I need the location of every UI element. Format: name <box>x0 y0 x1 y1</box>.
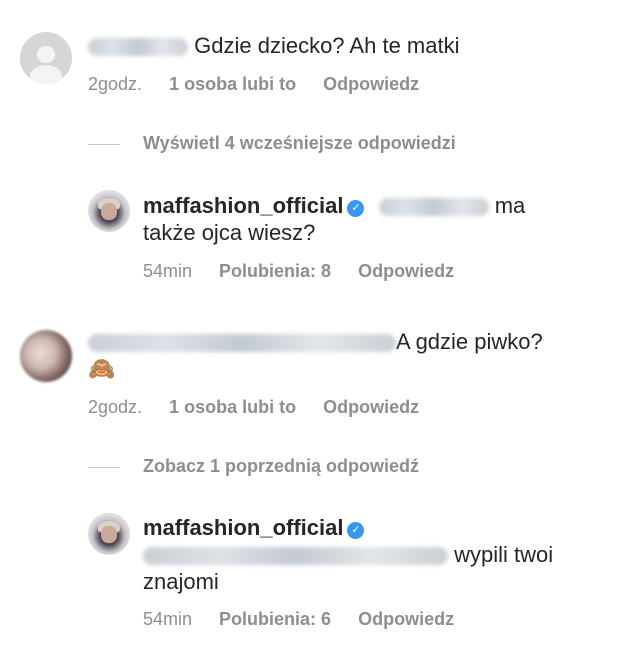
username-link[interactable]: maffashion_official <box>143 193 343 218</box>
see-no-evil-monkey-icon: 🙈 <box>88 356 116 381</box>
comment-likes-link[interactable]: 1 osoba lubi to <box>169 397 296 418</box>
blurred-avatar[interactable] <box>20 330 72 382</box>
reply-button[interactable]: Odpowiedz <box>358 609 454 630</box>
comment-text-row: Gdzie dziecko? Ah te matki <box>88 32 459 59</box>
reply-time: 54min <box>143 261 193 281</box>
reply-likes-link[interactable]: Polubienia: 6 <box>219 609 331 630</box>
comment-time: 2godz. <box>88 397 143 417</box>
blurred-username[interactable] <box>88 38 188 57</box>
reply-button[interactable]: Odpowiedz <box>323 397 419 418</box>
blurred-mention[interactable] <box>143 547 448 566</box>
reply-text: maffashion_official ✓ ma także ojca wiesz… <box>143 192 603 246</box>
avatar-body-shape <box>29 65 63 84</box>
reply-text-end: ma <box>494 193 526 218</box>
reply-text-end: wypili twoi <box>454 542 554 567</box>
maffashion-avatar[interactable] <box>88 190 130 232</box>
reply-text-line2: także ojca wiesz? <box>143 220 316 245</box>
view-replies-button[interactable]: Zobacz 1 poprzednią odpowiedź <box>88 456 419 477</box>
reply-time: 54min <box>143 609 193 629</box>
reply-text: maffashion_official ✓ wypili twoi znajomi <box>143 514 603 595</box>
comment-text: A gdzie piwko? <box>396 329 543 354</box>
comment-time: 2godz. <box>88 74 143 94</box>
verified-badge-icon: ✓ <box>347 522 365 539</box>
avatar-head-shape <box>37 45 55 64</box>
view-replies-label: Wyświetl 4 wcześniejsze odpowiedzi <box>143 133 456 153</box>
verified-badge-icon: ✓ <box>347 200 365 217</box>
username-link[interactable]: maffashion_official <box>143 515 343 540</box>
reply-meta: 54min Polubienia: 6 Odpowiedz <box>143 609 476 630</box>
avatar-face-shape <box>101 203 117 220</box>
reply-likes-link[interactable]: Polubienia: 8 <box>219 261 331 282</box>
reply-meta: 54min Polubienia: 8 Odpowiedz <box>143 261 476 282</box>
reply-button[interactable]: Odpowiedz <box>358 261 454 282</box>
maffashion-avatar[interactable] <box>88 513 130 555</box>
divider-line <box>88 466 120 468</box>
default-avatar[interactable] <box>20 32 72 84</box>
reply-button[interactable]: Odpowiedz <box>323 74 419 95</box>
comment-text: Gdzie dziecko? Ah te matki <box>194 33 460 58</box>
avatar-face-shape <box>101 526 117 543</box>
blurred-username[interactable] <box>88 334 396 353</box>
blurred-mention[interactable] <box>378 198 489 217</box>
comment-text-block: A gdzie piwko? 🙈 <box>88 328 588 382</box>
view-replies-label: Zobacz 1 poprzednią odpowiedź <box>143 456 420 476</box>
divider-line <box>88 143 120 145</box>
reply-text-line3: znajomi <box>143 569 219 594</box>
comment-meta: 2godz. 1 osoba lubi to Odpowiedz <box>88 74 441 95</box>
comment-meta: 2godz. 1 osoba lubi to Odpowiedz <box>88 397 441 418</box>
view-replies-button[interactable]: Wyświetl 4 wcześniejsze odpowiedzi <box>88 133 456 154</box>
comment-likes-link[interactable]: 1 osoba lubi to <box>169 74 296 95</box>
